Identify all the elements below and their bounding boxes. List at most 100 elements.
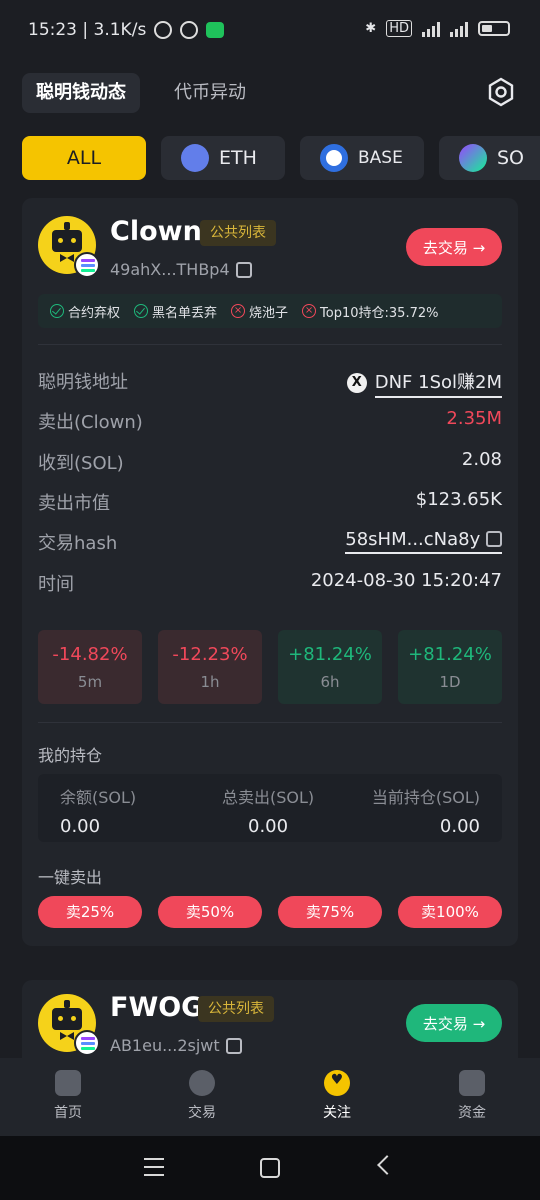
chip-all[interactable]: ALL (22, 136, 146, 180)
wallet-icon (459, 1070, 485, 1096)
back-icon[interactable] (377, 1155, 397, 1175)
row-value: 2.08 (461, 449, 502, 470)
check-ok-icon (50, 304, 64, 318)
home-icon (55, 1070, 81, 1096)
alarm-icon (180, 21, 199, 39)
change-1h: -12.23% 1h (158, 630, 262, 704)
quick-sell-title: 一键卖出 (38, 868, 103, 887)
check-label: 烧池子 (249, 305, 289, 321)
home-button-icon[interactable] (260, 1158, 280, 1178)
tab-label: 关注 (323, 1105, 351, 1121)
token-name: Clown (110, 216, 202, 247)
holding-label: 当前持仓(SOL) (371, 788, 480, 807)
tx-hash-link[interactable]: 58sHM...cNa8y (345, 529, 502, 554)
trade-card: Clown 公共列表 49ahX...THBp4 去交易 → 合约弃权 黑名单丢… (22, 198, 518, 946)
tab-home[interactable]: 首页 (28, 1070, 108, 1122)
change-6h: +81.24% 6h (278, 630, 382, 704)
tx-hash-text: 58sHM...cNa8y (345, 529, 481, 550)
row-label: 聪明钱地址 (38, 372, 128, 393)
row-label: 时间 (38, 574, 74, 595)
token-address[interactable]: 49ahX...THBp4 (110, 260, 252, 279)
bottom-tab-bar: 首页 交易 关注 资金 (0, 1058, 540, 1136)
holding-value: 0.00 (248, 816, 289, 837)
check-item: 合约弃权 (50, 302, 120, 321)
sol-icon (459, 144, 487, 172)
solana-badge-icon (74, 252, 100, 278)
chip-sol[interactable]: SO (439, 136, 540, 180)
x-twitter-icon: X (346, 373, 367, 393)
check-item: × 烧池子 (231, 302, 288, 321)
row-value: $123.65K (415, 489, 502, 510)
holding-current: 当前持仓(SOL) 0.00 (372, 784, 480, 837)
sell-100-button[interactable]: 卖100% (398, 896, 502, 928)
change-period: 1h (200, 673, 220, 691)
holdings-panel: 余额(SOL) 0.00 总卖出(SOL) 0.00 当前持仓(SOL) 0.0… (38, 774, 502, 842)
settings-icon[interactable] (486, 77, 516, 107)
tab-trade[interactable]: 交易 (162, 1070, 242, 1122)
holding-value: 0.00 (439, 816, 480, 837)
detail-row-received: 收到(SOL) 2.08 (38, 449, 502, 475)
change-1d: +81.24% 1D (398, 630, 502, 704)
detail-row-address: 聪明钱地址 X DNF 1Sol赚2M (38, 368, 502, 398)
list-tag: 公共列表 (198, 996, 274, 1022)
change-value: +81.24% (288, 644, 372, 665)
coin-icon (189, 1070, 215, 1096)
row-label: 卖出市值 (38, 493, 110, 514)
bluetooth-icon: ✱ (365, 21, 377, 36)
trade-button[interactable]: 去交易 → (406, 1004, 502, 1042)
change-period: 6h (320, 673, 340, 691)
signal-icon-2 (450, 21, 468, 37)
copy-icon[interactable] (235, 261, 252, 278)
tab-follow[interactable]: 关注 (297, 1070, 377, 1122)
robot-icon (52, 230, 82, 252)
check-ok-icon (134, 304, 149, 318)
sell-50-button[interactable]: 卖50% (158, 896, 262, 928)
tab-funds[interactable]: 资金 (432, 1070, 512, 1122)
row-value[interactable]: X DNF 1Sol赚2M (346, 368, 502, 398)
change-value: -12.23% (172, 644, 248, 665)
token-name: FWOG (110, 992, 204, 1023)
holding-label: 总卖出(SOL) (222, 788, 315, 807)
check-fail-icon: × (302, 304, 317, 318)
token-address[interactable]: AB1eu...2sjwt (110, 1036, 242, 1055)
holding-value: 0.00 (60, 816, 101, 837)
list-tag: 公共列表 (200, 220, 276, 246)
heart-icon (324, 1070, 350, 1096)
change-value: +81.24% (408, 644, 492, 665)
detail-row-mcap: 卖出市值 $123.65K (38, 489, 502, 515)
battery-icon (478, 21, 510, 36)
copy-icon[interactable] (225, 1037, 242, 1054)
safety-checks: 合约弃权 黑名单丢弃 × 烧池子 × Top10持仓:35.72% (38, 294, 502, 328)
change-period: 5m (77, 673, 103, 691)
sell-25-button[interactable]: 卖25% (38, 896, 142, 928)
trade-button[interactable]: 去交易 → (406, 228, 502, 266)
detail-row-sold: 卖出(Clown) 2.35M (38, 408, 502, 434)
chip-base[interactable]: BASE (300, 136, 424, 180)
sell-75-button[interactable]: 卖75% (278, 896, 382, 928)
chip-eth-label: ETH (219, 147, 257, 169)
base-icon (320, 144, 348, 172)
tab-smart-money[interactable]: 聪明钱动态 (22, 73, 140, 113)
tab-token-movement[interactable]: 代币异动 (160, 73, 260, 113)
tab-label: 交易 (188, 1105, 216, 1121)
wechat-icon (206, 22, 225, 38)
recent-apps-icon[interactable] (144, 1158, 164, 1176)
eth-icon (181, 144, 209, 172)
change-period: 1D (439, 673, 461, 691)
check-item: × Top10持仓:35.72% (302, 302, 438, 321)
chip-eth[interactable]: ETH (161, 136, 285, 180)
change-value: -14.82% (52, 644, 128, 665)
row-value[interactable]: 58sHM...cNa8y (345, 529, 502, 554)
holding-label: 余额(SOL) (60, 788, 137, 807)
check-label: 黑名单丢弃 (152, 305, 218, 321)
hd-label: HD (386, 20, 412, 37)
status-bar: 15:23 | 3.1K/s ✱ HD (0, 0, 540, 62)
chip-sol-label: SO (497, 147, 525, 169)
signal-icon (422, 21, 440, 37)
row-label: 卖出(Clown) (38, 412, 143, 433)
divider (38, 722, 502, 723)
token-address-text: AB1eu...2sjwt (110, 1036, 220, 1055)
copy-icon[interactable] (486, 531, 502, 547)
smart-money-link[interactable]: DNF 1Sol赚2M (374, 368, 502, 398)
chip-all-label: ALL (66, 147, 102, 169)
